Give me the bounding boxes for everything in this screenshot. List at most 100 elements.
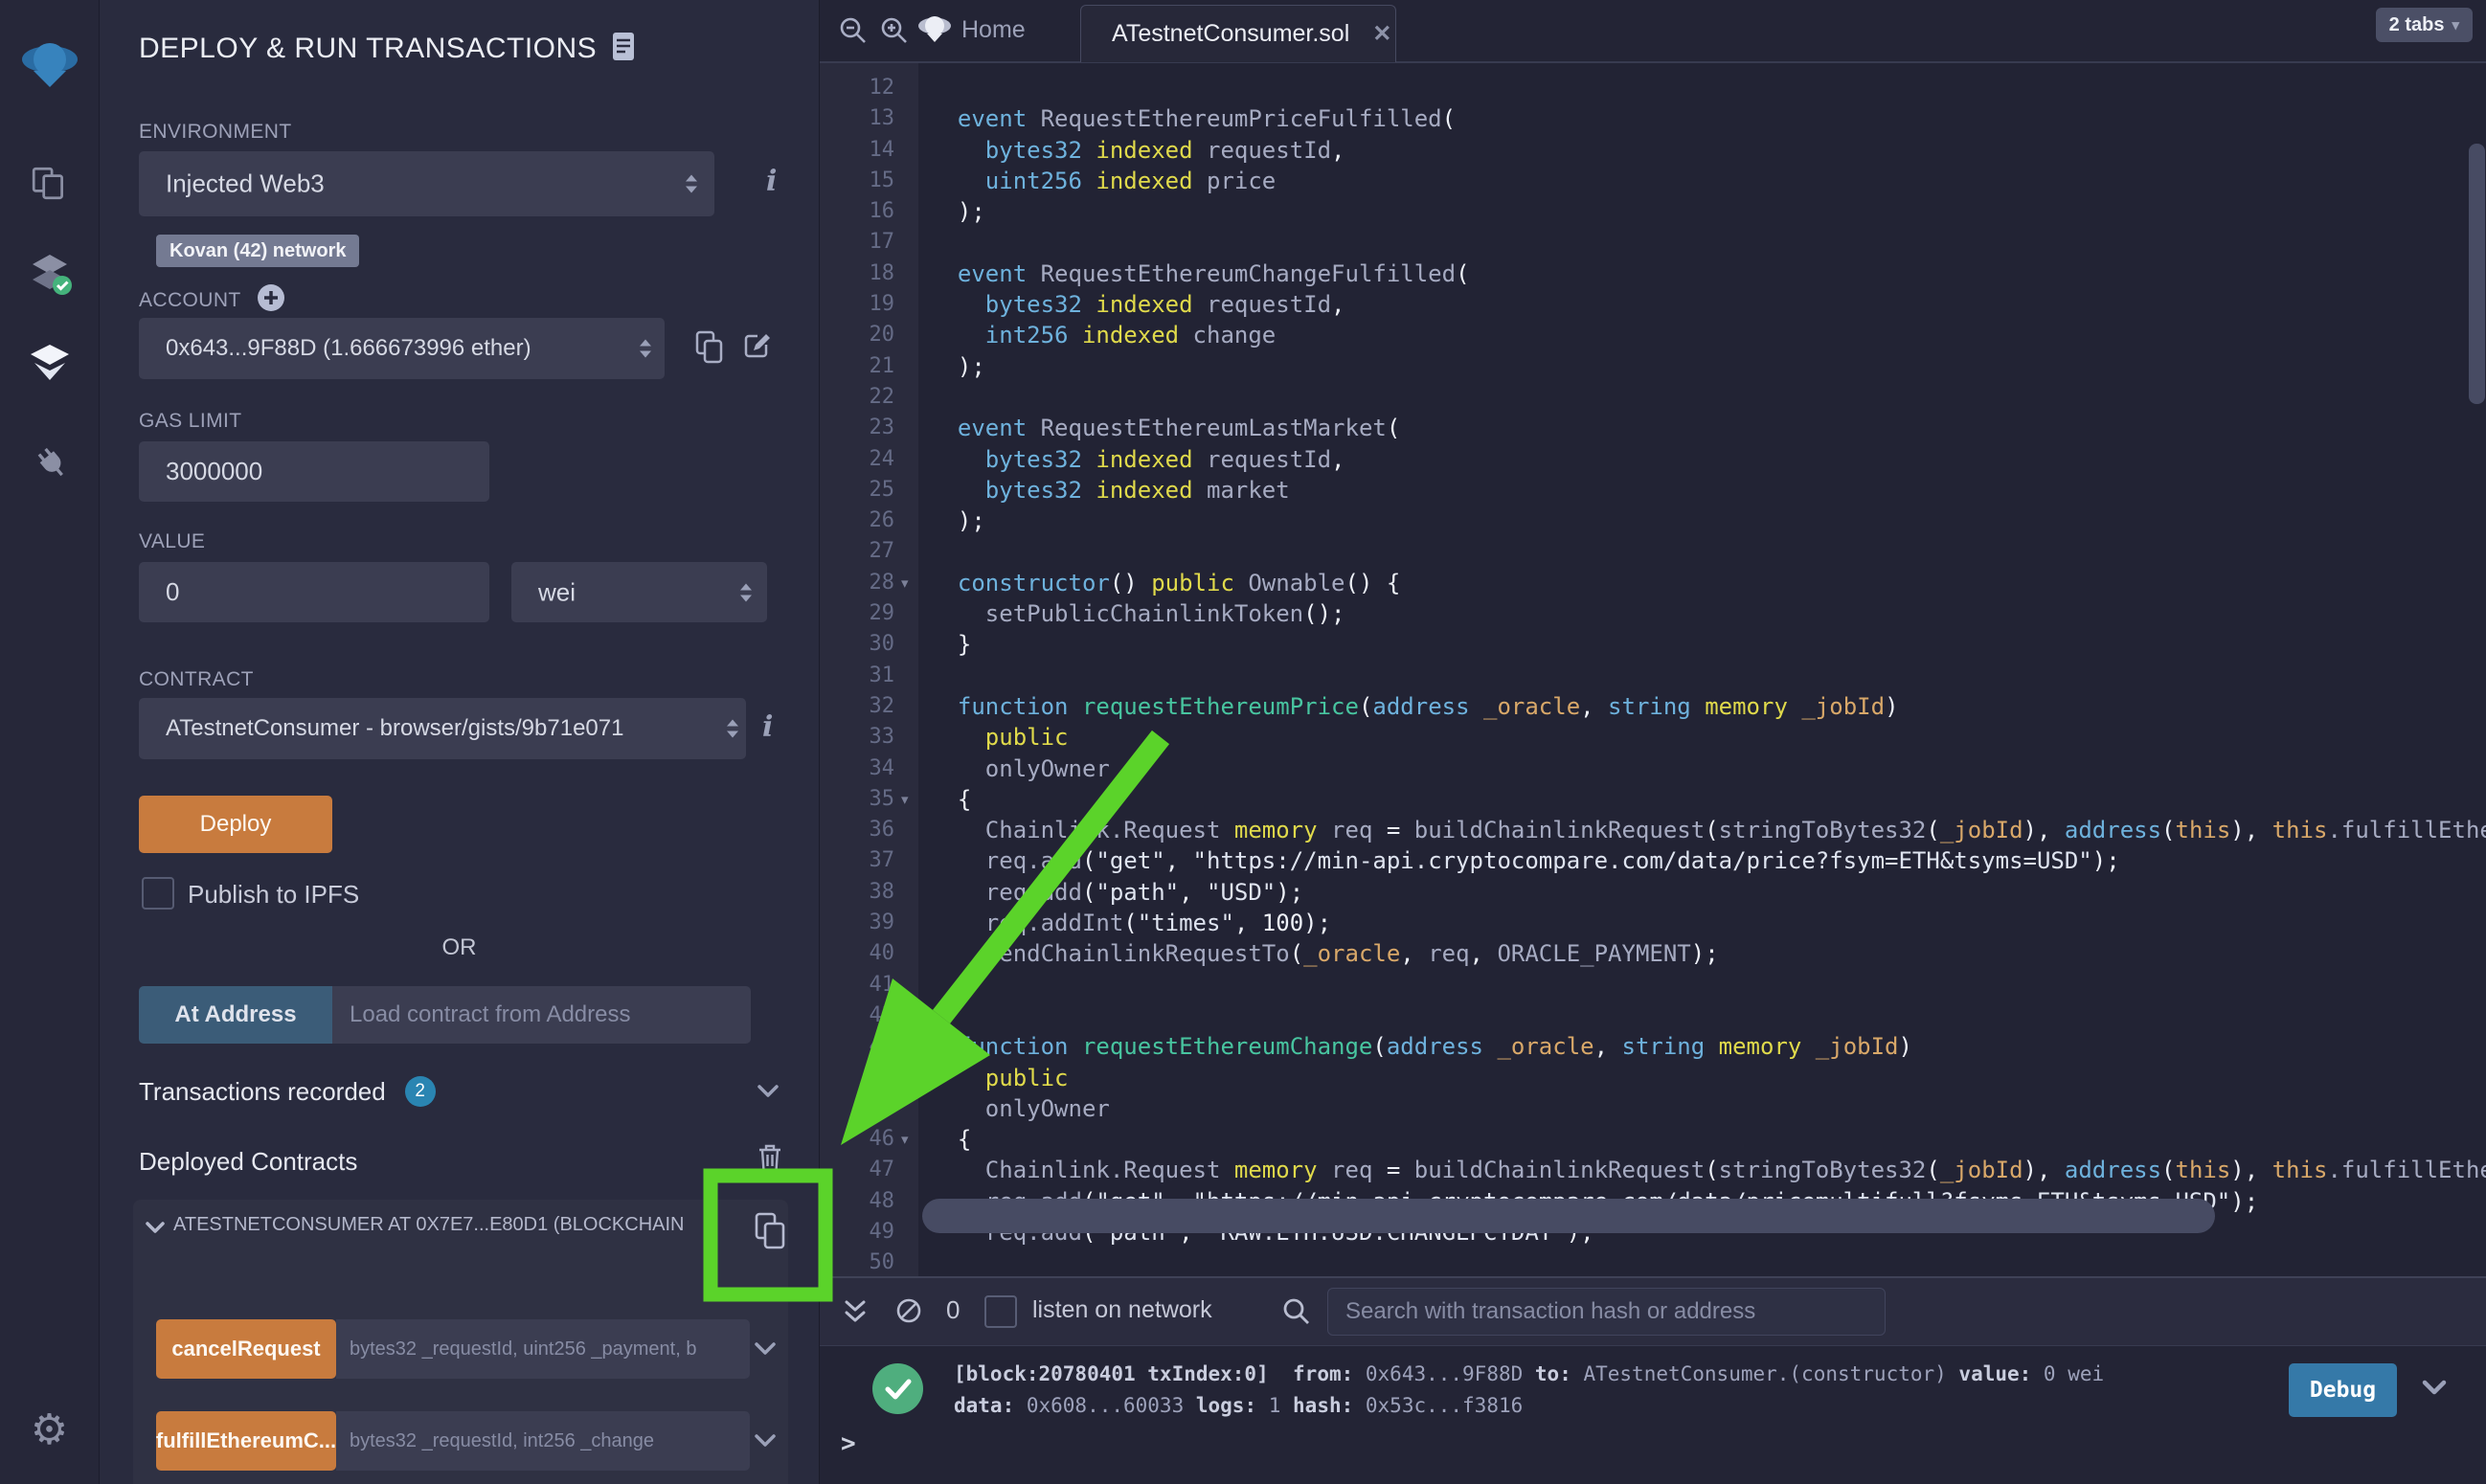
transactions-doc-icon[interactable] xyxy=(612,32,635,66)
transactions-chevron-icon[interactable] xyxy=(757,1084,780,1104)
account-label: ACCOUNT xyxy=(139,289,241,312)
expand-log-chevron-icon[interactable] xyxy=(2421,1379,2448,1403)
value-unit: wei xyxy=(538,577,576,607)
code-line: 38 req.add("path", "USD"); xyxy=(820,877,2486,908)
transaction-log[interactable]: [block:20780401 txIndex:0] from: 0x643..… xyxy=(954,1359,2104,1422)
contract-value: ATestnetConsumer - browser/gists/9b71e07… xyxy=(166,715,623,742)
fold-caret-icon[interactable]: ▾ xyxy=(901,784,909,815)
at-address-button[interactable]: At Address xyxy=(139,986,332,1044)
publish-ipfs-label: Publish to IPFS xyxy=(188,880,359,910)
code-line: 36 Chainlink.Request memory req = buildC… xyxy=(820,815,2486,845)
environment-info-icon[interactable]: i xyxy=(766,165,777,198)
remix-home-icon[interactable] xyxy=(917,13,952,49)
cancelRequest-button[interactable]: cancelRequest xyxy=(156,1319,336,1379)
code-line: 41 } xyxy=(820,970,2486,1001)
horizontal-scrollbar[interactable] xyxy=(922,1199,2215,1233)
value-label: VALUE xyxy=(139,530,205,553)
expand-function-chevron-icon[interactable] xyxy=(754,1341,777,1361)
listen-on-network-checkbox[interactable] xyxy=(984,1295,1017,1328)
code-line: 19 bytes32 indexed requestId, xyxy=(820,289,2486,320)
settings-gear-icon[interactable]: ⚙ xyxy=(0,1405,99,1454)
double-chevron-down-icon[interactable] xyxy=(842,1297,869,1333)
fulfillEthereumChange-params-input[interactable] xyxy=(336,1411,750,1471)
code-line: 13 event RequestEthereumPriceFulfilled( xyxy=(820,103,2486,134)
at-address-input[interactable] xyxy=(332,986,751,1044)
fold-caret-icon[interactable]: ▾ xyxy=(901,568,909,598)
log-line: [block:20780401 txIndex:0] from: 0x643..… xyxy=(954,1359,2104,1390)
value-unit-select[interactable]: wei xyxy=(511,562,767,622)
tab-bar: Home ATestnetConsumer.sol ✕ 2 tabs▾ xyxy=(820,0,2486,63)
edit-account-icon[interactable] xyxy=(741,330,774,368)
code-line: 45 onlyOwner xyxy=(820,1093,2486,1124)
log-line: data: 0x608...60033 logs: 1 hash: 0x53c.… xyxy=(954,1390,2104,1422)
search-icon xyxy=(1281,1296,1312,1332)
close-tab-icon[interactable]: ✕ xyxy=(1372,20,1391,48)
code-line: 26 ); xyxy=(820,506,2486,536)
zoom-in-icon[interactable] xyxy=(879,15,910,51)
remix-logo-icon[interactable] xyxy=(0,40,99,90)
select-spinner-icon[interactable] xyxy=(740,583,752,601)
code-line: 25 bytes32 indexed market xyxy=(820,475,2486,506)
debug-button[interactable]: Debug xyxy=(2289,1363,2397,1417)
contract-select[interactable]: ATestnetConsumer - browser/gists/9b71e07… xyxy=(139,698,746,759)
code-line: 35▾ { xyxy=(820,784,2486,815)
or-divider: OR xyxy=(100,934,819,961)
tab-filename: ATestnetConsumer.sol xyxy=(1112,20,1349,48)
transactions-recorded-label: Transactions recorded xyxy=(139,1077,386,1107)
clear-console-icon[interactable] xyxy=(894,1296,925,1332)
vertical-scrollbar[interactable] xyxy=(2469,144,2485,404)
gas-limit-input[interactable] xyxy=(139,441,489,502)
environment-label: ENVIRONMENT xyxy=(139,121,292,144)
tabs-count-dropdown[interactable]: 2 tabs▾ xyxy=(2376,8,2473,42)
pending-tx-count: 0 xyxy=(946,1295,960,1325)
deploy-run-icon[interactable] xyxy=(0,343,99,383)
code-line: 34 onlyOwner xyxy=(820,753,2486,784)
zoom-out-icon[interactable] xyxy=(838,15,869,51)
deployed-contract-title[interactable]: ATESTNETCONSUMER AT 0X7E7...E80D1 (BLOCK… xyxy=(173,1214,729,1236)
fulfillEthereumChange-button[interactable]: fulfillEthereumC... xyxy=(156,1411,336,1471)
code-line: 22 xyxy=(820,382,2486,413)
cancelRequest-params-input[interactable] xyxy=(336,1319,750,1379)
trash-icon[interactable] xyxy=(757,1142,783,1180)
account-select[interactable]: 0x643...9F88D (1.666673996 ether) xyxy=(139,318,665,379)
terminal-prompt[interactable]: > xyxy=(841,1429,856,1458)
deploy-run-panel: DEPLOY & RUN TRANSACTIONS ENVIRONMENT In… xyxy=(100,0,820,1484)
fold-caret-icon[interactable]: ▾ xyxy=(901,1124,909,1155)
solidity-compiler-icon[interactable] xyxy=(0,251,99,297)
terminal-toolbar: 0 listen on network xyxy=(820,1278,2486,1346)
copy-contract-address-icon[interactable] xyxy=(754,1212,788,1255)
file-explorer-icon[interactable] xyxy=(0,165,99,203)
contract-info-icon[interactable]: i xyxy=(762,710,773,744)
code-line: 32 function requestEthereumPrice(address… xyxy=(820,691,2486,722)
terminal-search-input[interactable] xyxy=(1327,1288,1886,1336)
code-line: 14 bytes32 indexed requestId, xyxy=(820,135,2486,166)
tab-home[interactable]: Home xyxy=(961,16,1026,44)
value-input[interactable] xyxy=(139,562,489,622)
code-line: 20 int256 indexed change xyxy=(820,320,2486,350)
contract-expand-chevron-icon[interactable] xyxy=(145,1221,166,1240)
select-spinner-icon[interactable] xyxy=(686,175,697,193)
network-badge: Kovan (42) network xyxy=(156,235,359,267)
code-line: 42 xyxy=(820,1001,2486,1031)
code-line: 18 event RequestEthereumChangeFulfilled( xyxy=(820,259,2486,289)
icon-sidebar: ⚙ xyxy=(0,0,100,1484)
panel-title: DEPLOY & RUN TRANSACTIONS xyxy=(139,33,597,65)
editor-region: Home ATestnetConsumer.sol ✕ 2 tabs▾ 1213… xyxy=(820,0,2486,1484)
copy-account-icon[interactable] xyxy=(695,330,724,370)
code-line: 40 sendChainlinkRequestTo(_oracle, req, … xyxy=(820,938,2486,969)
publish-ipfs-checkbox[interactable] xyxy=(142,877,174,910)
add-account-icon[interactable] xyxy=(257,283,285,317)
code-line: 37 req.add("get", "https://min-api.crypt… xyxy=(820,845,2486,876)
code-line: 28▾ constructor() public Ownable() { xyxy=(820,568,2486,598)
deploy-button[interactable]: Deploy xyxy=(139,796,332,853)
deployed-contract-card: ATESTNETCONSUMER AT 0X7E7...E80D1 (BLOCK… xyxy=(133,1200,788,1484)
select-spinner-icon[interactable] xyxy=(727,720,738,738)
chevron-down-icon: ▾ xyxy=(2452,16,2459,34)
code-editor[interactable]: 1213 event RequestEthereumPriceFulfilled… xyxy=(820,63,2486,1276)
expand-function-chevron-icon[interactable] xyxy=(754,1433,777,1453)
select-spinner-icon[interactable] xyxy=(640,340,651,358)
contract-label: CONTRACT xyxy=(139,668,254,691)
environment-select[interactable]: Injected Web3 xyxy=(139,151,714,216)
plugin-manager-icon[interactable] xyxy=(0,438,99,483)
tab-active-file[interactable]: ATestnetConsumer.sol ✕ xyxy=(1080,5,1396,62)
